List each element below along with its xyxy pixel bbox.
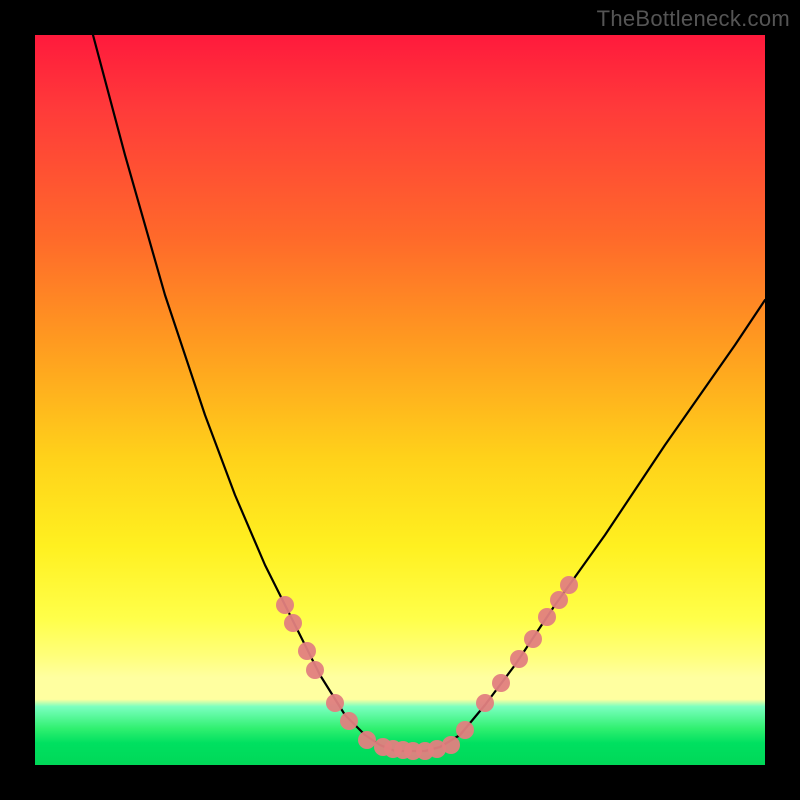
marker-dot: [326, 694, 344, 712]
marker-dot: [550, 591, 568, 609]
plot-area: [35, 35, 765, 765]
marker-dot: [276, 596, 294, 614]
marker-dot: [340, 712, 358, 730]
marker-dot: [306, 661, 324, 679]
marker-dot: [384, 740, 402, 758]
marker-dot: [416, 742, 434, 760]
marker-dot: [538, 608, 556, 626]
marker-dot: [394, 741, 412, 759]
curve-path: [93, 35, 765, 751]
marker-dot: [456, 721, 474, 739]
marker-dot: [358, 731, 376, 749]
marker-layer: [276, 576, 578, 760]
marker-dot: [510, 650, 528, 668]
marker-dot: [284, 614, 302, 632]
marker-dot: [374, 738, 392, 756]
marker-dot: [560, 576, 578, 594]
marker-dot: [524, 630, 542, 648]
marker-dot: [428, 740, 446, 758]
marker-dot: [476, 694, 494, 712]
marker-dot: [404, 742, 422, 760]
marker-dot: [298, 642, 316, 660]
outer-frame: TheBottleneck.com: [0, 0, 800, 800]
curve-layer: [93, 35, 765, 751]
watermark-text: TheBottleneck.com: [597, 6, 790, 32]
curve-svg: [35, 35, 765, 765]
marker-dot: [492, 674, 510, 692]
marker-dot: [442, 736, 460, 754]
